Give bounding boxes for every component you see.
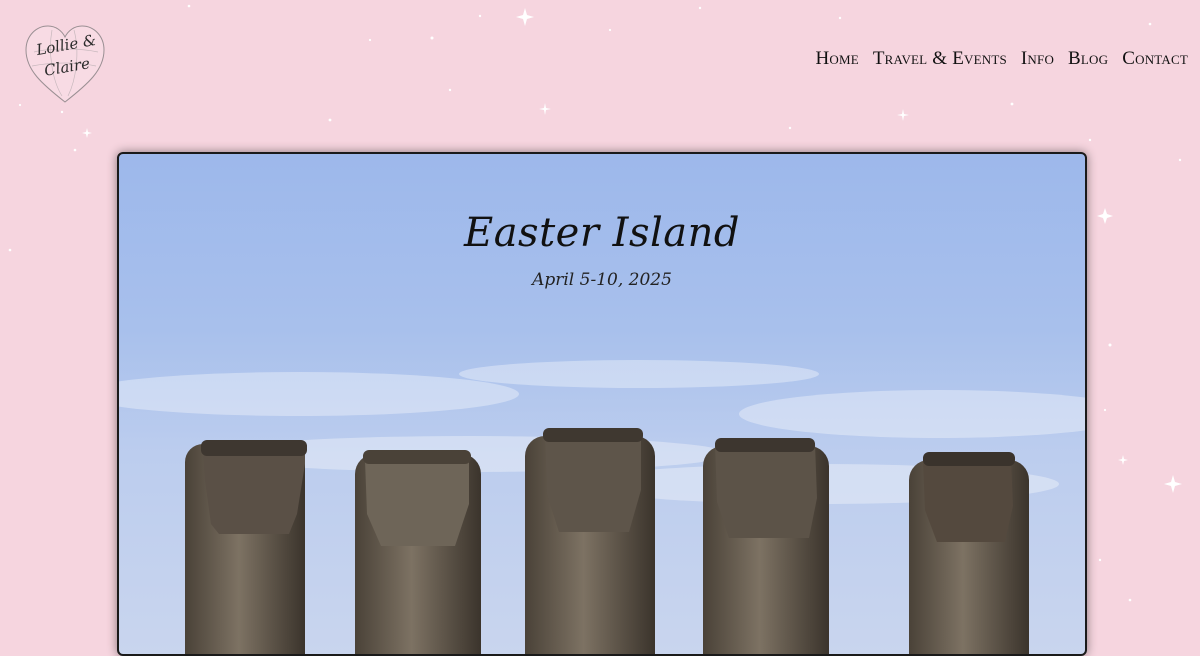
nav-blog[interactable]: Blog bbox=[1068, 48, 1108, 70]
main-nav: Home Travel & Events Info Blog Contact bbox=[815, 48, 1188, 70]
hero-title: Easter Island bbox=[464, 210, 740, 256]
nav-info[interactable]: Info bbox=[1021, 48, 1054, 70]
nav-contact[interactable]: Contact bbox=[1122, 48, 1188, 70]
site-logo[interactable]: Lollie & Claire bbox=[22, 22, 108, 106]
hero-date: April 5-10, 2025 bbox=[532, 270, 672, 290]
hero-banner: Easter Island April 5-10, 2025 bbox=[117, 152, 1087, 656]
nav-travel-events[interactable]: Travel & Events bbox=[873, 48, 1007, 70]
nav-home[interactable]: Home bbox=[815, 48, 858, 70]
